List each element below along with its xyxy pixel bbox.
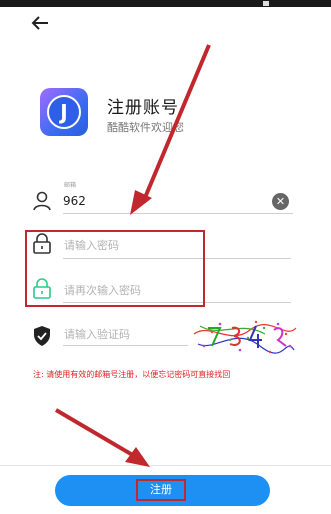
captcha-underline [63,345,188,346]
captcha-image[interactable] [190,316,300,356]
register-button[interactable]: 注册 [55,475,270,506]
user-icon [33,191,51,211]
page-title: 注册账号 [107,98,179,118]
status-indicator [263,1,269,6]
clear-icon[interactable]: ✕ [272,193,289,210]
email-floating-label: 邮箱 [64,182,77,189]
register-button-label: 注册 [136,479,186,501]
bottom-divider [0,465,331,466]
app-logo: J [40,88,88,136]
email-field[interactable]: 962 [63,194,86,208]
notice-text: 注: 请使用有效的邮箱号注册，以便忘记密码可直接找回 [33,370,231,379]
app-logo-letter: J [47,95,81,129]
email-underline [63,213,293,214]
annotation-arrow-bottom [54,408,150,467]
status-bar [0,0,331,7]
page-subtitle: 酷酷软件欢迎您 [107,121,184,134]
password-highlight-box [25,230,205,307]
back-button[interactable] [28,12,54,34]
captcha-input[interactable]: 请输入验证码 [64,326,130,342]
arrow-left-icon [31,16,48,30]
shield-check-icon [34,326,50,346]
